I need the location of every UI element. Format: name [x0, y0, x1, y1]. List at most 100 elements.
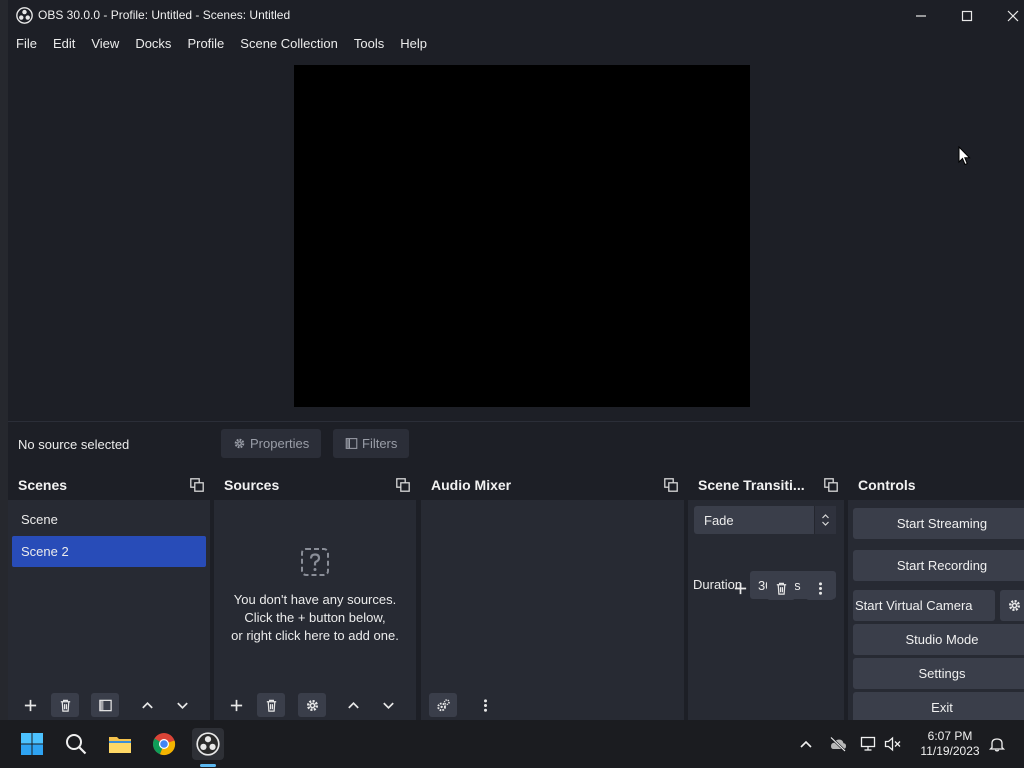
undock-icon[interactable]	[824, 478, 838, 492]
obs-logo-icon	[196, 732, 220, 756]
notification-bell-icon[interactable]	[988, 736, 1006, 752]
remove-source-button[interactable]	[257, 693, 285, 717]
chevron-down-icon	[176, 702, 188, 709]
taskbar: 6:07 PM 11/19/2023	[0, 720, 1024, 768]
audio-mixer-menu-button[interactable]	[471, 693, 499, 717]
menu-tools[interactable]: Tools	[354, 36, 384, 51]
chrome-icon	[152, 733, 176, 756]
scenes-title: Scenes	[18, 477, 68, 493]
scene-list-item-selected[interactable]: Scene 2	[12, 536, 206, 567]
title-bar[interactable]: OBS 30.0.0 - Profile: Untitled - Scenes:…	[8, 0, 1024, 31]
move-scene-up-button[interactable]	[133, 693, 161, 717]
menu-scene-collection[interactable]: Scene Collection	[240, 36, 338, 51]
start-button[interactable]	[16, 728, 48, 760]
sources-title: Sources	[224, 477, 280, 493]
obs-main-window: OBS 30.0.0 - Profile: Untitled - Scenes:…	[8, 0, 1024, 720]
scene-transitions-dock-header[interactable]: Scene Transiti...	[688, 470, 844, 500]
transition-properties-button[interactable]	[806, 576, 834, 600]
desktop-edge	[0, 0, 8, 720]
sources-dock-header[interactable]: Sources	[214, 470, 416, 500]
scene-filters-button[interactable]	[91, 693, 119, 717]
chevron-up-icon	[141, 701, 153, 708]
obs-taskbar-button[interactable]	[192, 728, 224, 760]
move-scene-down-button[interactable]	[168, 693, 196, 717]
preview-canvas[interactable]	[294, 65, 750, 407]
advanced-audio-button[interactable]	[429, 693, 457, 717]
maximize-button[interactable]	[944, 0, 990, 31]
select-arrows-icon	[814, 506, 836, 534]
start-streaming-button[interactable]: Start Streaming	[853, 508, 1024, 539]
menu-file[interactable]: File	[16, 36, 37, 51]
active-app-indicator	[200, 764, 216, 767]
move-source-down-button[interactable]	[374, 693, 402, 717]
empty-sources-line: or right click here to add one.	[231, 628, 399, 643]
chevron-up-icon	[347, 701, 359, 708]
add-scene-button[interactable]	[16, 693, 44, 717]
start-virtual-camera-button[interactable]: Start Virtual Camera	[853, 590, 995, 621]
settings-button[interactable]: Settings	[853, 658, 1024, 689]
menu-view[interactable]: View	[91, 36, 119, 51]
properties-label: Properties	[250, 436, 310, 451]
minimize-button[interactable]	[898, 0, 944, 31]
scenes-dock-header[interactable]: Scenes	[8, 470, 210, 500]
maximize-icon	[961, 10, 973, 21]
audio-mixer-list[interactable]	[421, 500, 684, 720]
exit-button[interactable]: Exit	[853, 692, 1024, 720]
folder-icon	[109, 737, 131, 753]
empty-sources-message: You don't have any sources. Click the + …	[214, 546, 416, 645]
properties-button[interactable]: Properties	[221, 429, 322, 458]
filters-label: Filters	[362, 436, 398, 451]
sources-list[interactable]: You don't have any sources. Click the + …	[214, 500, 416, 720]
no-source-label: No source selected	[18, 437, 130, 452]
gear-icon	[234, 438, 245, 449]
preview-area[interactable]	[8, 56, 1024, 420]
chrome-button[interactable]	[148, 728, 180, 760]
system-clock[interactable]: 6:07 PM 11/19/2023	[912, 729, 988, 759]
undock-icon[interactable]	[190, 478, 204, 492]
scene-transitions-dock: Scene Transiti... Fade Duration 300 ms	[688, 470, 844, 720]
undock-icon[interactable]	[396, 478, 410, 492]
question-mark-icon	[301, 548, 329, 576]
virtual-camera-settings-button[interactable]	[1000, 590, 1024, 621]
more-vertical-icon	[483, 698, 487, 712]
move-source-up-button[interactable]	[339, 693, 367, 717]
menu-docks[interactable]: Docks	[135, 36, 171, 51]
controls-dock-header[interactable]: Controls	[848, 470, 1024, 500]
file-explorer-button[interactable]	[104, 728, 136, 760]
plus-icon	[734, 582, 746, 594]
menu-edit[interactable]: Edit	[53, 36, 75, 51]
taskbar-search-button[interactable]	[60, 728, 92, 760]
menu-bar: File Edit View Docks Profile Scene Colle…	[8, 31, 1024, 55]
scenes-dock: Scenes Scene Scene 2	[8, 470, 210, 720]
clock-date: 11/19/2023	[920, 744, 980, 758]
undock-icon[interactable]	[664, 478, 678, 492]
chevron-up-icon[interactable]	[797, 736, 815, 752]
menu-help[interactable]: Help	[400, 36, 427, 51]
source-properties-button[interactable]	[298, 693, 326, 717]
filters-button[interactable]: Filters	[333, 429, 410, 458]
network-icon[interactable]	[860, 736, 878, 752]
scene-list-item[interactable]: Scene	[12, 504, 206, 535]
trash-icon	[266, 699, 276, 712]
remove-transition-button[interactable]	[767, 576, 795, 600]
volume-muted-icon[interactable]	[884, 736, 902, 752]
studio-mode-button[interactable]: Studio Mode	[853, 624, 1024, 655]
remove-scene-button[interactable]	[51, 693, 79, 717]
start-recording-button[interactable]: Start Recording	[853, 550, 1024, 581]
add-transition-button[interactable]	[726, 576, 754, 600]
windows-logo-icon	[21, 733, 43, 755]
controls-dock: Controls Start Streaming Start Recording…	[848, 470, 1024, 720]
scene-transitions-body: Fade Duration 300 ms	[688, 500, 844, 720]
trash-icon	[60, 699, 70, 712]
scenes-list[interactable]: Scene Scene 2	[8, 500, 210, 720]
gear-icon	[1008, 599, 1020, 612]
empty-sources-line: Click the + button below,	[244, 610, 386, 625]
cloud-off-icon[interactable]	[829, 736, 847, 752]
close-button[interactable]	[990, 0, 1024, 31]
add-source-button[interactable]	[222, 693, 250, 717]
menu-profile[interactable]: Profile	[187, 36, 224, 51]
audio-mixer-dock-header[interactable]: Audio Mixer	[421, 470, 684, 500]
transition-select[interactable]: Fade	[694, 506, 836, 534]
close-icon	[1007, 10, 1019, 21]
clock-time: 6:07 PM	[927, 729, 973, 743]
